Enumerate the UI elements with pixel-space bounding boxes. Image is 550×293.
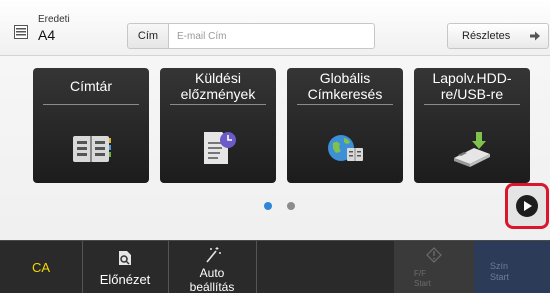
divider bbox=[297, 104, 393, 105]
auto-set-line2: beállítás bbox=[189, 280, 235, 293]
detail-button[interactable]: Részletes bbox=[447, 23, 549, 49]
magic-wand-icon bbox=[206, 247, 221, 263]
color-start-label: Szín Start bbox=[490, 261, 509, 283]
original-document-icon[interactable] bbox=[14, 25, 28, 39]
send-history-icon bbox=[204, 132, 236, 164]
original-label: Eredeti bbox=[38, 14, 70, 25]
bw-start-button[interactable]: F/F Start bbox=[394, 241, 474, 293]
preview-label: Előnézet bbox=[99, 272, 151, 287]
tile-address-book[interactable]: Címtár bbox=[33, 68, 149, 183]
tile-save-to-hdd-usb[interactable]: Lapolv.HDD-re/USB-re bbox=[414, 68, 530, 183]
email-address-input[interactable] bbox=[169, 23, 375, 49]
bw-start-line1: F/F bbox=[414, 269, 426, 278]
tile-global-address-search[interactable]: Globális Címkeresés bbox=[287, 68, 403, 183]
tile-title: Lapolv.HDD-re/USB-re bbox=[432, 70, 512, 102]
scan-to-email-screen: Eredeti A4 Cím Részletes Címtár bbox=[0, 0, 550, 293]
auto-set-line1: Auto bbox=[199, 266, 225, 280]
play-icon bbox=[516, 195, 538, 217]
address-button[interactable]: Cím bbox=[127, 23, 169, 49]
bottom-bar: CA Előnézet Auto beállítás F/F Start Szí… bbox=[0, 240, 550, 293]
top-bar: Eredeti A4 Cím Részletes bbox=[0, 0, 550, 56]
detail-button-label: Részletes bbox=[462, 30, 511, 42]
preview-button[interactable]: Előnézet bbox=[82, 241, 168, 293]
clear-all-button[interactable]: CA bbox=[0, 241, 82, 293]
auto-set-label: Auto beállítás bbox=[168, 266, 256, 293]
arrow-right-icon bbox=[530, 31, 540, 41]
divider bbox=[170, 104, 266, 105]
page-indicator-active[interactable] bbox=[264, 202, 272, 210]
usb-drive-icon bbox=[454, 132, 490, 167]
bw-start-label: F/F Start bbox=[414, 269, 431, 289]
preview-icon bbox=[119, 251, 131, 265]
original-size[interactable]: A4 bbox=[38, 27, 55, 43]
color-start-button[interactable]: Szín Start bbox=[474, 241, 550, 293]
divider bbox=[43, 104, 139, 105]
tile-title: Globális Címkeresés bbox=[307, 70, 383, 102]
start-diamond-icon bbox=[426, 247, 442, 263]
divider bbox=[256, 241, 257, 293]
global-search-icon bbox=[328, 135, 363, 161]
divider bbox=[424, 104, 520, 105]
tile-title: Küldési előzmények bbox=[180, 70, 256, 102]
address-book-icon bbox=[73, 136, 111, 162]
color-start-line2: Start bbox=[490, 272, 510, 282]
color-start-line1: Szín bbox=[490, 261, 509, 271]
page-indicator[interactable] bbox=[287, 202, 295, 210]
tile-send-history[interactable]: Küldési előzmények bbox=[160, 68, 276, 183]
next-page-button[interactable] bbox=[505, 183, 549, 229]
auto-set-button[interactable]: Auto beállítás bbox=[168, 241, 256, 293]
bw-start-line2: Start bbox=[414, 279, 431, 288]
tile-title: Címtár bbox=[70, 78, 112, 94]
